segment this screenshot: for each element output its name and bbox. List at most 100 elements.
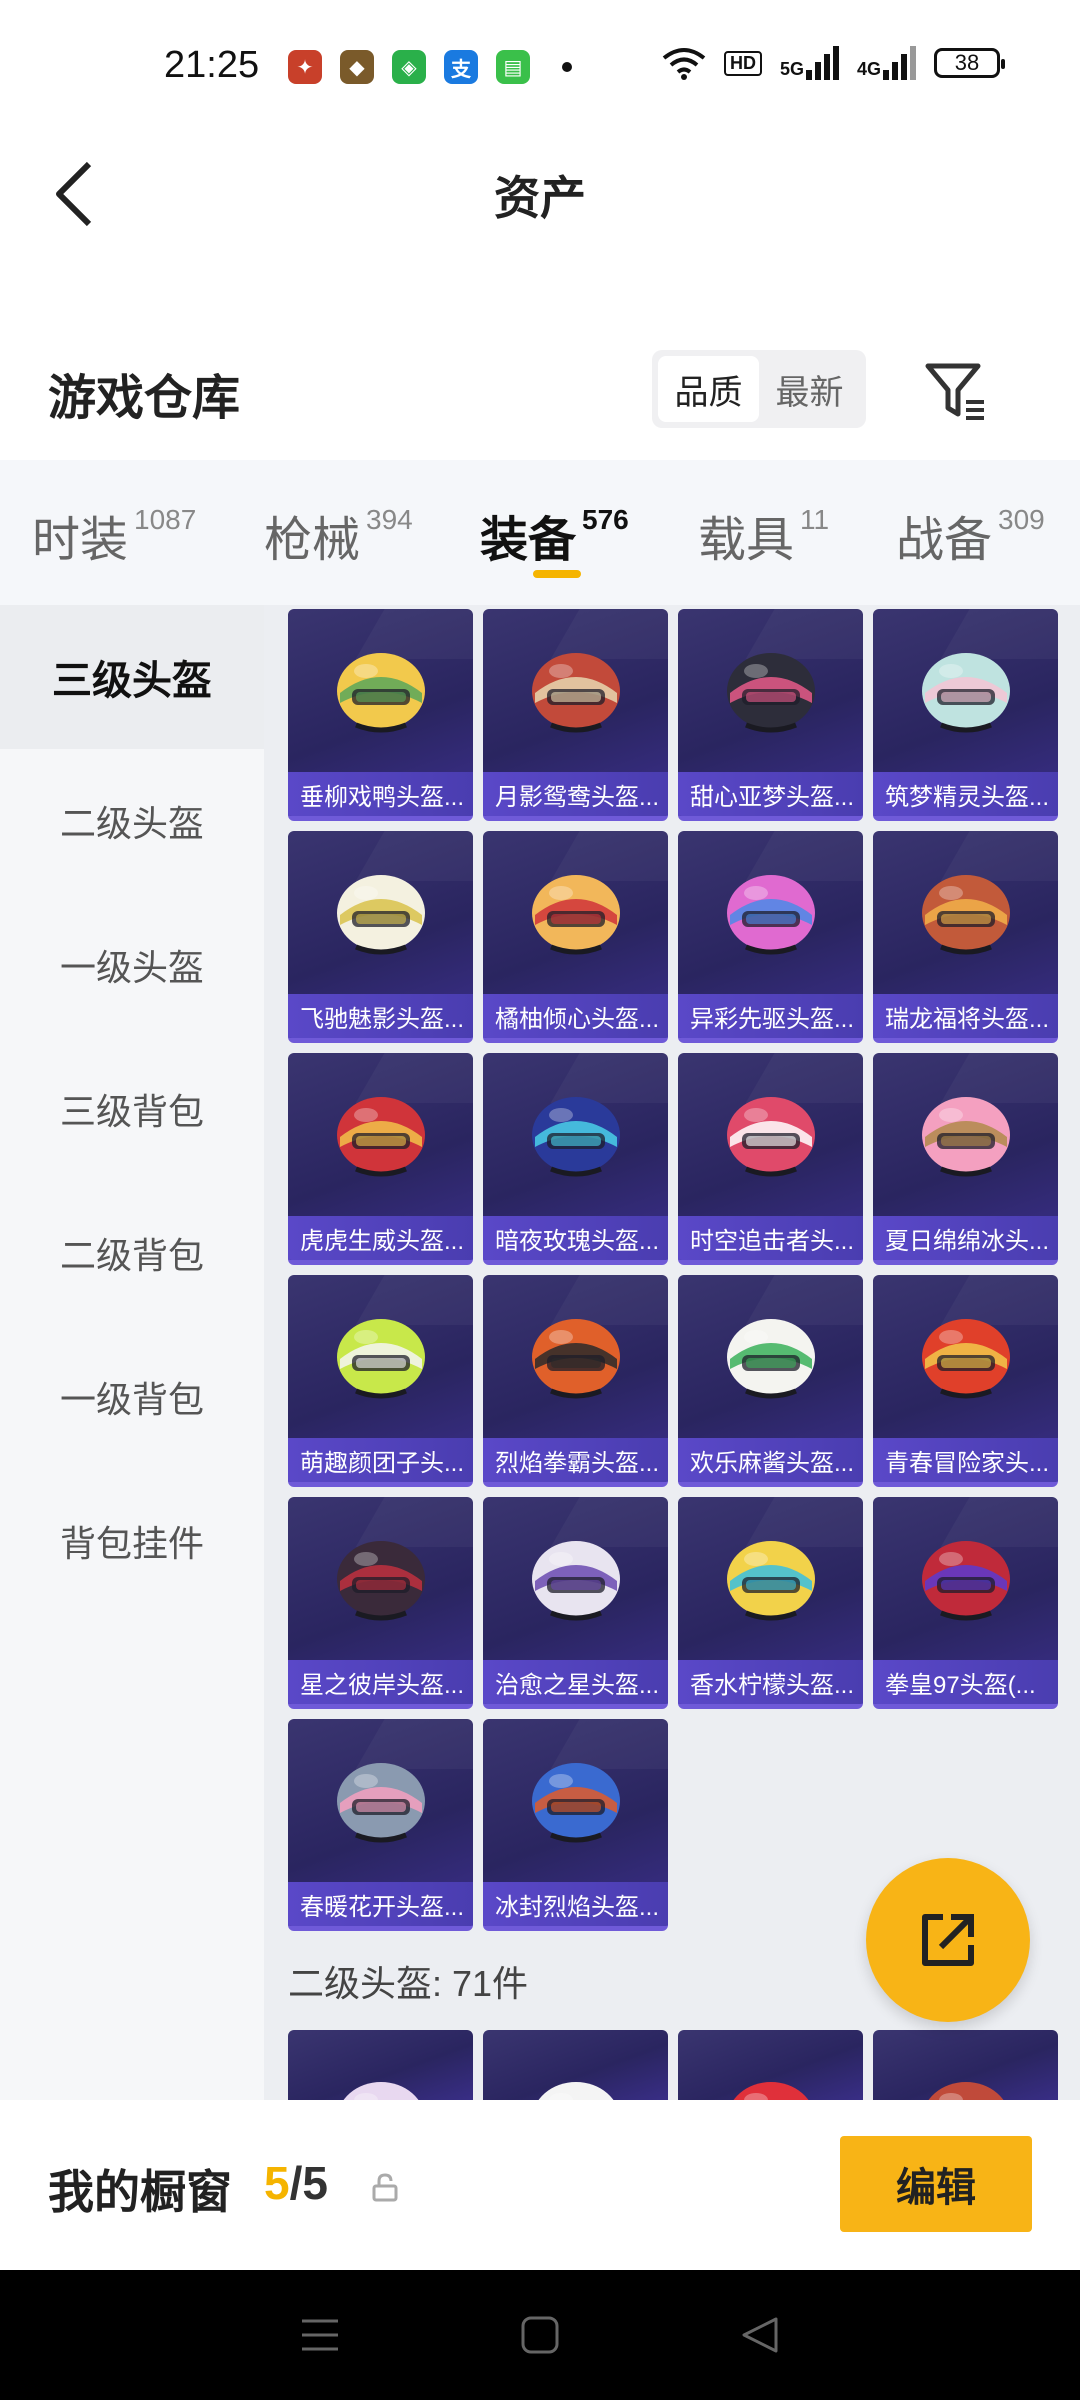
pubg-app-icon: ◆ bbox=[340, 50, 374, 84]
filter-icon bbox=[925, 363, 984, 420]
alipay-app-icon: 支 bbox=[444, 50, 478, 84]
home-icon[interactable] bbox=[520, 2315, 560, 2355]
helmet-icon bbox=[538, 2082, 614, 2100]
sidebar-item-level1-helmet[interactable]: 一级头盔 bbox=[0, 893, 264, 1037]
filter-button[interactable] bbox=[920, 356, 990, 426]
item-card[interactable]: 橘柚倾心头盔... bbox=[483, 831, 668, 1043]
helmet-icon bbox=[532, 1097, 620, 1177]
item-card[interactable] bbox=[678, 2030, 863, 2100]
tab-count: 309 bbox=[998, 504, 1045, 535]
more-notifications-dot bbox=[562, 62, 572, 72]
item-card[interactable]: 时空追击者头... bbox=[678, 1053, 863, 1265]
helmet-icon bbox=[727, 1319, 815, 1399]
helmet-icon bbox=[532, 875, 620, 955]
page-title: 资产 bbox=[494, 172, 586, 224]
helmet-icon bbox=[922, 1319, 1010, 1399]
sort-quality-option[interactable]: 品质 bbox=[658, 356, 759, 422]
sidebar-item-level3-helmet[interactable]: 三级头盔 bbox=[0, 605, 264, 749]
item-card[interactable]: 烈焰拳霸头盔... bbox=[483, 1275, 668, 1487]
item-card[interactable]: 虎虎生威头盔... bbox=[288, 1053, 473, 1265]
item-card[interactable]: 欢乐麻酱头盔... bbox=[678, 1275, 863, 1487]
item-name: 治愈之星头盔... bbox=[483, 1660, 668, 1704]
message-app-icon: ▤ bbox=[496, 50, 530, 84]
sidebar-item-level1-backpack[interactable]: 一级背包 bbox=[0, 1325, 264, 1469]
signal-4g-icon: 4G bbox=[857, 46, 916, 80]
tab-equipment[interactable]: 装备 576 bbox=[480, 500, 629, 570]
app-header: 资产 bbox=[0, 130, 1080, 260]
item-name: 青春冒险家头... bbox=[873, 1438, 1058, 1482]
share-icon bbox=[922, 1914, 974, 1966]
notification-icons: ✦ ◆ ◈ 支 ▤ bbox=[288, 50, 572, 84]
sort-toggle: 品质 最新 bbox=[652, 350, 866, 428]
item-name: 拳皇97头盔(... bbox=[873, 1660, 1058, 1704]
item-card[interactable]: 暗夜玫瑰头盔... bbox=[483, 1053, 668, 1265]
item-card[interactable]: 垂柳戏鸭头盔... bbox=[288, 609, 473, 821]
item-card[interactable]: 异彩先驱头盔... bbox=[678, 831, 863, 1043]
helmet-icon bbox=[922, 1097, 1010, 1177]
sidebar-item-backpack-charm[interactable]: 背包挂件 bbox=[0, 1469, 264, 1613]
helmet-icon bbox=[337, 1319, 425, 1399]
status-indicators: HD 5G 4G 38 bbox=[662, 46, 1005, 80]
back-nav-icon[interactable] bbox=[740, 2315, 780, 2355]
item-card[interactable]: 冰封烈焰头盔... bbox=[483, 1719, 668, 1931]
item-name: 萌趣颜团子头... bbox=[288, 1438, 473, 1482]
item-card[interactable]: 甜心亚梦头盔... bbox=[678, 609, 863, 821]
status-time: 21:25 bbox=[164, 44, 260, 86]
hd-badge: HD bbox=[723, 50, 762, 76]
subcategory-sidebar: 三级头盔 二级头盔 一级头盔 三级背包 二级背包 一级背包 背包挂件 bbox=[0, 605, 264, 2100]
item-name: 甜心亚梦头盔... bbox=[678, 772, 863, 816]
item-card[interactable]: 飞驰魅影头盔... bbox=[288, 831, 473, 1043]
item-name: 飞驰魅影头盔... bbox=[288, 994, 473, 1038]
item-card[interactable]: 月影鸳鸯头盔... bbox=[483, 609, 668, 821]
helmet-icon bbox=[727, 1097, 815, 1177]
item-card[interactable]: 春暖花开头盔... bbox=[288, 1719, 473, 1931]
tab-vehicles[interactable]: 载具 11 bbox=[698, 500, 829, 570]
helmet-icon bbox=[727, 1541, 815, 1621]
helmet-icon bbox=[337, 1541, 425, 1621]
sidebar-item-level2-helmet[interactable]: 二级头盔 bbox=[0, 749, 264, 893]
item-name: 香水柠檬头盔... bbox=[678, 1660, 863, 1704]
tab-label: 载具 bbox=[698, 514, 795, 567]
item-card[interactable]: 拳皇97头盔(... bbox=[873, 1497, 1058, 1709]
tab-label: 枪械 bbox=[264, 514, 361, 567]
tab-count: 394 bbox=[366, 504, 413, 535]
helmet-icon bbox=[733, 2082, 809, 2100]
item-card[interactable]: 星之彼岸头盔... bbox=[288, 1497, 473, 1709]
tab-battle-gear[interactable]: 战备 309 bbox=[896, 500, 1045, 570]
sidebar-item-level3-backpack[interactable]: 三级背包 bbox=[0, 1037, 264, 1181]
showcase-bar: 我的橱窗 5/5 编辑 bbox=[0, 2100, 1080, 2270]
shield-app-icon: ◈ bbox=[392, 50, 426, 84]
wifi-icon bbox=[662, 48, 706, 80]
item-card[interactable]: 瑞龙福将头盔... bbox=[873, 831, 1058, 1043]
item-name: 暗夜玫瑰头盔... bbox=[483, 1216, 668, 1260]
item-name: 烈焰拳霸头盔... bbox=[483, 1438, 668, 1482]
item-name: 星之彼岸头盔... bbox=[288, 1660, 473, 1704]
item-name: 筑梦精灵头盔... bbox=[873, 772, 1058, 816]
tab-firearms[interactable]: 枪械 394 bbox=[264, 500, 413, 570]
item-name: 夏日绵绵冰头... bbox=[873, 1216, 1058, 1260]
tab-fashion[interactable]: 时装 1087 bbox=[32, 500, 196, 570]
item-card[interactable]: 青春冒险家头... bbox=[873, 1275, 1058, 1487]
item-card[interactable]: 治愈之星头盔... bbox=[483, 1497, 668, 1709]
helmet-icon bbox=[337, 1763, 425, 1843]
menu-icon[interactable] bbox=[300, 2317, 340, 2353]
signal-5g-icon: 5G bbox=[780, 46, 839, 80]
item-card[interactable]: 夏日绵绵冰头... bbox=[873, 1053, 1058, 1265]
item-card[interactable] bbox=[873, 2030, 1058, 2100]
tab-count: 1087 bbox=[134, 504, 197, 535]
item-card[interactable]: 筑梦精灵头盔... bbox=[873, 609, 1058, 821]
sort-newest-option[interactable]: 最新 bbox=[759, 356, 860, 422]
item-card[interactable] bbox=[483, 2030, 668, 2100]
battery-icon: 38 bbox=[934, 48, 1005, 78]
item-card[interactable]: 香水柠檬头盔... bbox=[678, 1497, 863, 1709]
helmet-icon bbox=[337, 875, 425, 955]
item-card[interactable] bbox=[288, 2030, 473, 2100]
helmet-icon bbox=[922, 653, 1010, 733]
item-card[interactable]: 萌趣颜团子头... bbox=[288, 1275, 473, 1487]
helmet-icon bbox=[343, 2082, 419, 2100]
edit-button[interactable]: 编辑 bbox=[840, 2136, 1032, 2232]
helmet-icon bbox=[337, 653, 425, 733]
share-button[interactable] bbox=[866, 1858, 1030, 2022]
sidebar-item-level2-backpack[interactable]: 二级背包 bbox=[0, 1181, 264, 1325]
item-name: 春暖花开头盔... bbox=[288, 1882, 473, 1926]
